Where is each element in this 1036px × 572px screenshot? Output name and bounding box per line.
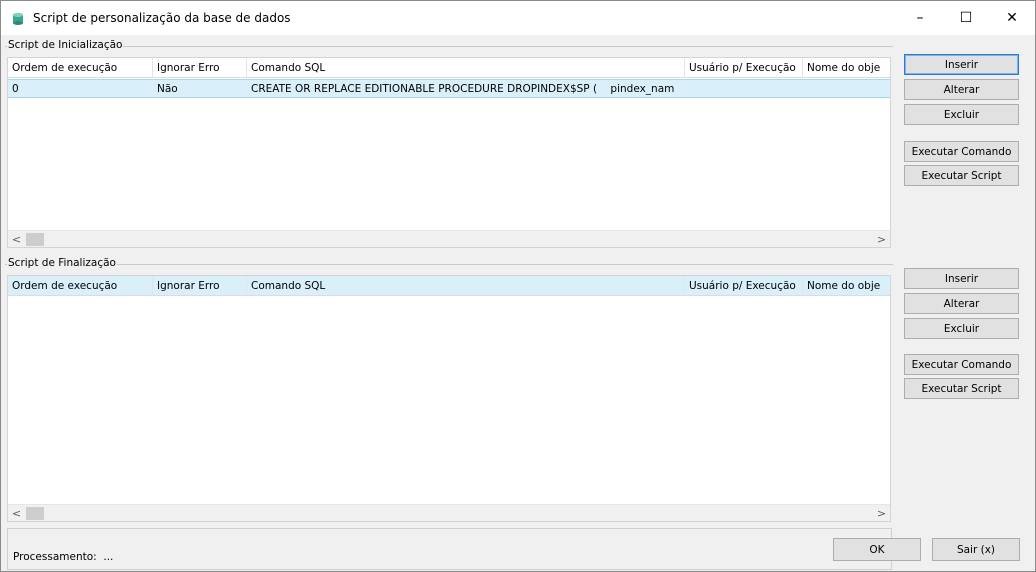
init-script-group: Script de Inicialização Ordem de execuçã…: [1, 39, 895, 251]
column-header-comando[interactable]: Comando SQL: [247, 58, 685, 78]
scroll-left-icon[interactable]: <: [8, 231, 25, 247]
title-bar: Script de personalização da base de dado…: [1, 1, 1035, 35]
close-icon: ✕: [1006, 10, 1018, 26]
grid-header: Ordem de execução Ignorar Erro Comando S…: [8, 58, 890, 78]
minimize-icon: –: [916, 10, 924, 26]
init-edit-button[interactable]: Alterar: [904, 79, 1019, 100]
exit-button[interactable]: Sair (x): [932, 538, 1020, 561]
init-exec-command-button[interactable]: Executar Comando: [904, 141, 1019, 162]
init-script-grid[interactable]: Ordem de execução Ignorar Erro Comando S…: [7, 57, 891, 248]
init-script-title: Script de Inicialização: [7, 39, 124, 51]
column-header-nome[interactable]: Nome do obje: [803, 58, 890, 78]
table-row[interactable]: 0 Não CREATE OR REPLACE EDITIONABLE PROC…: [8, 79, 890, 98]
final-edit-button[interactable]: Alterar: [904, 293, 1019, 314]
column-header-ignorar[interactable]: Ignorar Erro: [153, 276, 247, 296]
maximize-icon: ☐: [959, 10, 973, 26]
final-delete-button[interactable]: Excluir: [904, 318, 1019, 339]
column-header-usuario[interactable]: Usuário p/ Execução: [685, 58, 803, 78]
column-header-usuario[interactable]: Usuário p/ Execução: [685, 276, 803, 296]
database-icon: [13, 13, 23, 25]
final-exec-command-button[interactable]: Executar Comando: [904, 354, 1019, 375]
status-label: Processamento: ...: [13, 551, 114, 563]
final-script-group: Script de Finalização Ordem de execução …: [1, 257, 895, 524]
column-header-ordem[interactable]: Ordem de execução: [8, 58, 153, 78]
window-title: Script de personalização da base de dado…: [33, 11, 291, 25]
ok-button[interactable]: OK: [833, 538, 921, 561]
column-header-nome[interactable]: Nome do obje: [803, 276, 890, 296]
scroll-left-icon[interactable]: <: [8, 505, 25, 521]
final-exec-script-button[interactable]: Executar Script: [904, 378, 1019, 399]
close-button[interactable]: ✕: [989, 1, 1035, 35]
status-panel: Processamento: ...: [7, 528, 892, 570]
horizontal-scrollbar[interactable]: < >: [8, 504, 890, 521]
init-insert-button[interactable]: Inserir: [904, 54, 1019, 75]
maximize-button[interactable]: ☐: [943, 1, 989, 35]
column-header-ordem[interactable]: Ordem de execução: [8, 276, 153, 296]
final-insert-button[interactable]: Inserir: [904, 268, 1019, 289]
final-script-title: Script de Finalização: [7, 257, 117, 269]
scroll-right-icon[interactable]: >: [873, 505, 890, 521]
scroll-thumb[interactable]: [26, 233, 44, 246]
init-delete-button[interactable]: Excluir: [904, 104, 1019, 125]
cell-ignorar: Não: [157, 83, 178, 95]
cell-nome: [803, 80, 890, 98]
grid-header: Ordem de execução Ignorar Erro Comando S…: [8, 276, 890, 296]
scroll-right-icon[interactable]: >: [873, 231, 890, 247]
horizontal-scrollbar[interactable]: < >: [8, 230, 890, 247]
init-exec-script-button[interactable]: Executar Script: [904, 165, 1019, 186]
dialog-window: Script de personalização da base de dado…: [0, 0, 1036, 572]
column-header-comando[interactable]: Comando SQL: [247, 276, 685, 296]
cell-ordem: 0: [12, 83, 19, 95]
column-header-ignorar[interactable]: Ignorar Erro: [153, 58, 247, 78]
cell-comando: CREATE OR REPLACE EDITIONABLE PROCEDURE …: [251, 83, 675, 95]
scroll-thumb[interactable]: [26, 507, 44, 520]
minimize-button[interactable]: –: [897, 1, 943, 35]
final-script-grid[interactable]: Ordem de execução Ignorar Erro Comando S…: [7, 275, 891, 522]
cell-usuario: [685, 80, 803, 98]
